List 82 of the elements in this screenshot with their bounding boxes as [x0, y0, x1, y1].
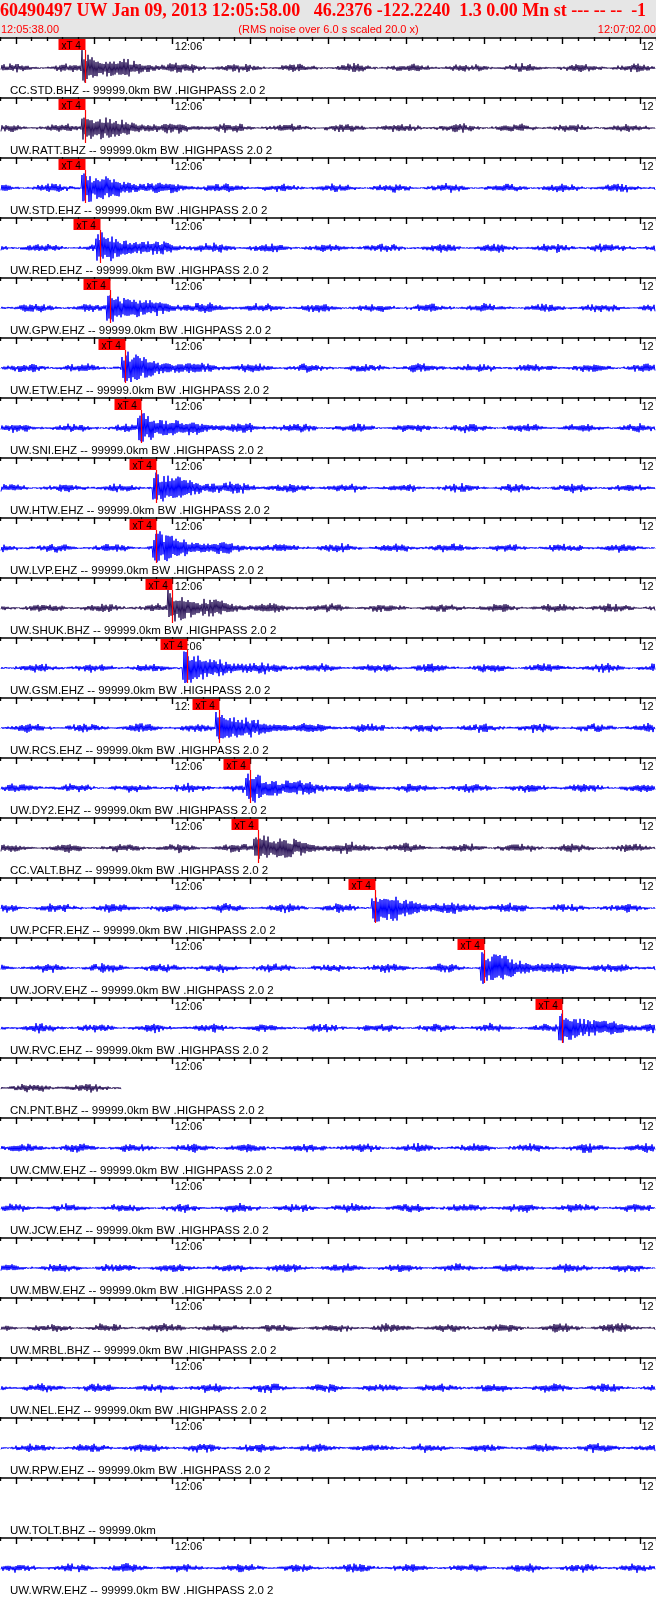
time-label: 12	[641, 940, 654, 952]
channel-label: CC.STD.BHZ -- 99999.0km BW .HIGHPASS 2.0 2	[10, 84, 266, 96]
channel-label: UW.CMW.EHZ -- 99999.0km BW .HIGHPASS 2.0 2	[10, 1164, 273, 1176]
time-label: 12:06	[174, 1540, 203, 1552]
time-label: 12:06	[174, 1300, 203, 1312]
time-label: 12:06	[174, 220, 203, 232]
time-label: 12	[641, 100, 654, 112]
channel-label: UW.ETW.EHZ -- 99999.0km BW .HIGHPASS 2.0 2	[10, 384, 270, 396]
time-label: 12	[641, 1540, 654, 1552]
time-label: 12:06	[174, 1360, 203, 1372]
channel-label: CC.VALT.BHZ -- 99999.0km BW .HIGHPASS 2.0 2	[10, 864, 269, 876]
time-label: 12	[641, 160, 654, 172]
time-label: 12:06	[174, 1420, 203, 1432]
time-label: 12:06	[174, 1000, 203, 1012]
time-label: 12	[641, 1000, 654, 1012]
time-label: 12	[641, 400, 654, 412]
channel-label: UW.RED.EHZ -- 99999.0km BW .HIGHPASS 2.0 2	[10, 264, 269, 276]
channel-label: UW.MBW.EHZ -- 99999.0km BW .HIGHPASS 2.0 2	[10, 1284, 272, 1296]
time-label: 12	[641, 1480, 654, 1492]
channel-label: UW.TOLT.BHZ -- 99999.0km	[10, 1524, 156, 1536]
time-label: 12	[641, 1420, 654, 1432]
event-title: 60490497 UW Jan 09, 2013 12:05:58.00 46.2376 -122.2240 1.3 0.00 Mn st --- -- -- -1	[0, 0, 648, 21]
time-label: 12:06	[174, 1120, 203, 1132]
start-time: 12:05:38.00	[1, 23, 60, 36]
channel-label: UW.MRBL.BHZ -- 99999.0km BW .HIGHPASS 2.0 2	[10, 1344, 277, 1356]
time-label: 12	[641, 1240, 654, 1252]
time-label: 12	[641, 1180, 654, 1192]
channel-label: UW.HTW.EHZ -- 99999.0km BW .HIGHPASS 2.0 2	[10, 504, 270, 516]
channel-label: UW.PCFR.EHZ -- 99999.0km BW .HIGHPASS 2.0 2	[10, 924, 276, 936]
time-label: 12	[641, 700, 654, 712]
channel-label: UW.RCS.EHZ -- 99999.0km BW .HIGHPASS 2.0 2	[10, 744, 269, 756]
noise-note: (RMS noise over 6.0 s scaled 20.0 x)	[238, 23, 419, 36]
time-label: 12:06	[174, 760, 203, 772]
channel-label: UW.GSM.EHZ -- 99999.0km BW .HIGHPASS 2.0 2	[10, 684, 271, 696]
time-label: 12:06	[174, 400, 203, 412]
channel-label: UW.RPW.EHZ -- 99999.0km BW .HIGHPASS 2.0 2	[10, 1464, 271, 1476]
channel-label: CN.PNT.BHZ -- 99999.0km BW .HIGHPASS 2.0 2	[10, 1104, 265, 1116]
time-label: 12:06	[174, 820, 203, 832]
time-label: 12:	[174, 700, 191, 712]
time-label: 12:06	[174, 880, 203, 892]
time-label: 12	[641, 640, 654, 652]
time-label: 12:06	[174, 940, 203, 952]
time-label: 12	[641, 520, 654, 532]
time-label: 12:06	[174, 160, 203, 172]
time-label: 12:06	[174, 1480, 203, 1492]
time-label: 12:06	[174, 520, 203, 532]
time-label: 12	[641, 340, 654, 352]
time-label: 12:06	[174, 340, 203, 352]
time-label: 12	[641, 1360, 654, 1372]
channel-label: UW.SNI.EHZ -- 99999.0km BW .HIGHPASS 2.0 2	[10, 444, 264, 456]
time-label: 12	[641, 580, 654, 592]
time-label: 12:06	[174, 1180, 203, 1192]
time-label: 12:06	[174, 1060, 203, 1072]
time-label: 12	[641, 760, 654, 772]
time-label: 12	[641, 880, 654, 892]
channel-label: UW.JORV.EHZ -- 99999.0km BW .HIGHPASS 2.0 2	[10, 984, 274, 996]
time-label: 12:06	[174, 460, 203, 472]
time-label: 12:06	[174, 1240, 203, 1252]
channel-label: UW.DY2.EHZ -- 99999.0km BW .HIGHPASS 2.0 2	[10, 804, 267, 816]
end-time: 12:07:02.00	[597, 23, 656, 36]
time-label: 12:06	[174, 280, 203, 292]
time-label: 12	[641, 40, 654, 52]
time-label: 12	[641, 460, 654, 472]
time-label: 12:06	[174, 40, 203, 52]
time-label: :06	[186, 640, 202, 652]
time-label: 12	[641, 820, 654, 832]
time-label: 12	[641, 220, 654, 232]
channel-label: UW.STD.EHZ -- 99999.0km BW .HIGHPASS 2.0 2	[10, 204, 268, 216]
channel-label: UW.RVC.EHZ -- 99999.0km BW .HIGHPASS 2.0 2	[10, 1044, 269, 1056]
channel-label: UW.JCW.EHZ -- 99999.0km BW .HIGHPASS 2.0 2	[10, 1224, 269, 1236]
time-label: 12	[641, 1300, 654, 1312]
channel-label: UW.GPW.EHZ -- 99999.0km BW .HIGHPASS 2.0 2	[10, 324, 272, 336]
channel-label: UW.LVP.EHZ -- 99999.0km BW .HIGHPASS 2.0 2	[10, 564, 264, 576]
channel-label: UW.NEL.EHZ -- 99999.0km BW .HIGHPASS 2.0 2	[10, 1404, 267, 1416]
channel-label: UW.WRW.EHZ -- 99999.0km BW .HIGHPASS 2.0 2	[10, 1584, 274, 1596]
time-label: 12:06	[174, 580, 203, 592]
time-label: 12	[641, 1060, 654, 1072]
channel-label: UW.SHUK.BHZ -- 99999.0km BW .HIGHPASS 2.0 2	[10, 624, 277, 636]
channel-label: UW.RATT.BHZ -- 99999.0km BW .HIGHPASS 2.0 2	[10, 144, 273, 156]
time-label: 12:06	[174, 100, 203, 112]
time-label: 12	[641, 280, 654, 292]
time-label: 12	[641, 1120, 654, 1132]
